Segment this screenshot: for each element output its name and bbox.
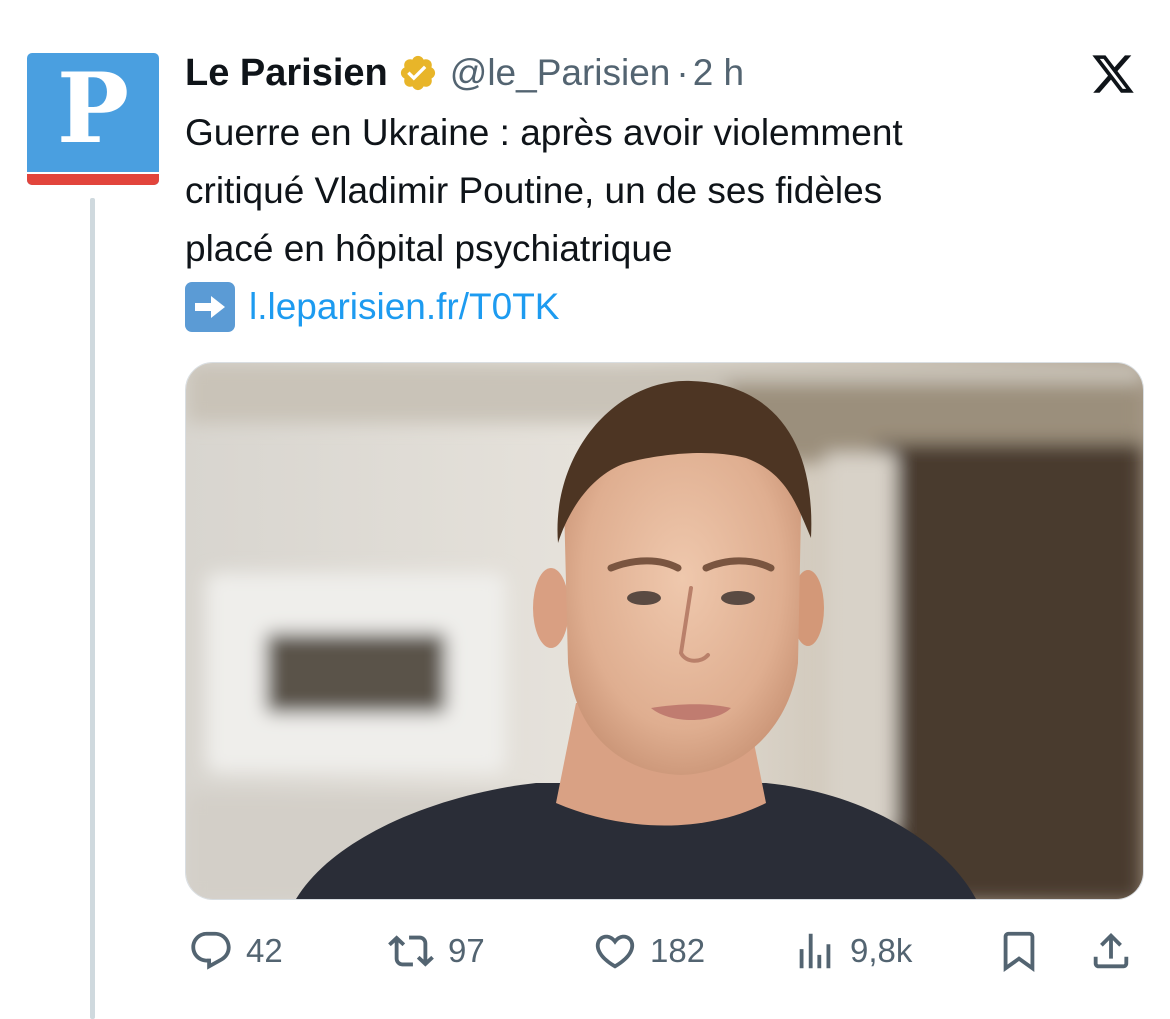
x-logo-icon[interactable] xyxy=(1089,51,1137,97)
repost-button[interactable]: 97 xyxy=(386,926,485,976)
heart-icon xyxy=(595,934,635,969)
avatar-stripe xyxy=(27,172,159,185)
article-link[interactable]: l.leparisien.fr/T0TK xyxy=(249,278,560,336)
bookmark-icon xyxy=(1003,931,1035,972)
tweet-text-line: Guerre en Ukraine : après avoir violemme… xyxy=(185,112,903,153)
bookmark-button[interactable] xyxy=(996,926,1042,976)
reply-button[interactable]: 42 xyxy=(188,926,283,976)
repost-count: 97 xyxy=(448,932,485,969)
repost-icon xyxy=(388,935,434,967)
tweet-text-line: placé en hôpital psychiatrique xyxy=(185,228,673,269)
right-arrow-emoji-icon xyxy=(185,282,235,332)
views-chart-icon xyxy=(799,933,831,969)
thread-line xyxy=(90,198,95,1019)
reply-count: 42 xyxy=(246,932,283,969)
link-line: l.leparisien.fr/T0TK xyxy=(185,278,1145,336)
author-handle[interactable]: @le_Parisien xyxy=(450,52,671,94)
avatar[interactable]: P xyxy=(27,53,159,185)
tweet-timestamp[interactable]: 2 h xyxy=(693,52,744,94)
tweet-actions: 42 97 182 9,8k xyxy=(0,926,1170,976)
like-button[interactable]: 182 xyxy=(592,926,705,976)
separator-dot: · xyxy=(676,52,689,93)
share-icon xyxy=(1093,932,1129,969)
reply-icon xyxy=(191,931,231,970)
like-count: 182 xyxy=(650,932,706,969)
avatar-letter: P xyxy=(56,53,130,165)
tweet-header: Le Parisien @le_Parisien · 2 h xyxy=(185,50,744,96)
share-button[interactable] xyxy=(1088,926,1134,976)
photo-portrait-icon xyxy=(186,363,1143,899)
tweet-body: Guerre en Ukraine : après avoir violemme… xyxy=(185,104,1145,336)
tweet-text-line: critiqué Vladimir Poutine, un de ses fid… xyxy=(185,170,883,211)
verified-badge-icon xyxy=(400,55,435,91)
tweet-photo[interactable] xyxy=(185,362,1144,900)
views-count: 9,8k xyxy=(850,932,913,969)
author-display-name[interactable]: Le Parisien xyxy=(185,52,388,95)
views-button[interactable]: 9,8k xyxy=(792,926,912,976)
